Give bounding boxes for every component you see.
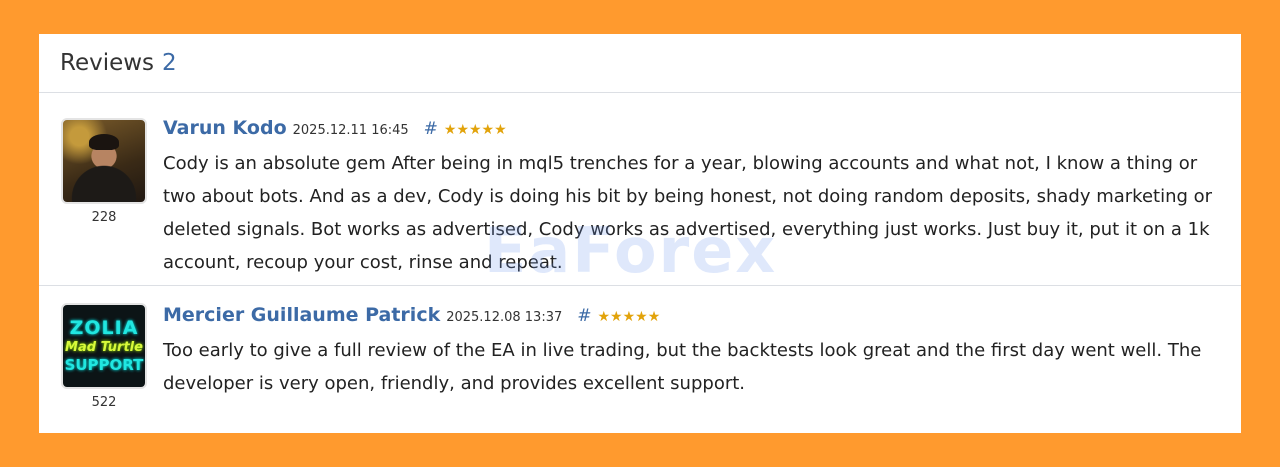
avatar-logo-text: ZOLIA: [69, 316, 139, 339]
review-item: ZOLIA Mad Turtle SUPPORT 522 Mercier Gui…: [39, 286, 1241, 433]
review-meta: Varun Kodo 2025.12.11 16:45 # ★★★★★: [163, 117, 1233, 143]
avatar-logo-text: SUPPORT: [64, 355, 144, 374]
reviewer-profile: 228: [61, 118, 147, 225]
review-date: 2025.12.08 13:37: [446, 310, 563, 325]
review-content: Varun Kodo 2025.12.11 16:45 # ★★★★★ Cody…: [163, 117, 1233, 279]
review-text: Cody is an absolute gem After being in m…: [163, 153, 1213, 273]
review-permalink[interactable]: #: [424, 119, 438, 139]
review-permalink[interactable]: #: [577, 306, 591, 326]
avatar[interactable]: ZOLIA Mad Turtle SUPPORT: [61, 303, 147, 389]
reviews-header: Reviews 2: [39, 34, 1241, 93]
reviews-count[interactable]: 2: [162, 50, 177, 76]
reviewer-rank: 228: [91, 210, 117, 225]
avatar-logo-text: Mad Turtle: [65, 339, 143, 355]
reviewer-rank: 522: [91, 395, 117, 410]
review-content: Mercier Guillaume Patrick 2025.12.08 13:…: [163, 304, 1233, 400]
review-text: Too early to give a full review of the E…: [163, 340, 1202, 394]
review-author-link[interactable]: Varun Kodo: [163, 117, 287, 139]
review-date: 2025.12.11 16:45: [292, 123, 409, 138]
review-author-link[interactable]: Mercier Guillaume Patrick: [163, 304, 440, 326]
reviews-title: Reviews: [60, 50, 155, 76]
reviews-panel: Reviews 2 228 Varun Kodo 2025.12.11 16:4…: [39, 34, 1241, 433]
reviewer-profile: ZOLIA Mad Turtle SUPPORT 522: [61, 303, 147, 410]
review-meta: Mercier Guillaume Patrick 2025.12.08 13:…: [163, 304, 1233, 330]
star-rating-icon: ★★★★★: [443, 122, 507, 138]
avatar[interactable]: [61, 118, 147, 204]
review-item: 228 Varun Kodo 2025.12.11 16:45 # ★★★★★ …: [39, 93, 1241, 286]
star-rating-icon: ★★★★★: [597, 309, 661, 325]
